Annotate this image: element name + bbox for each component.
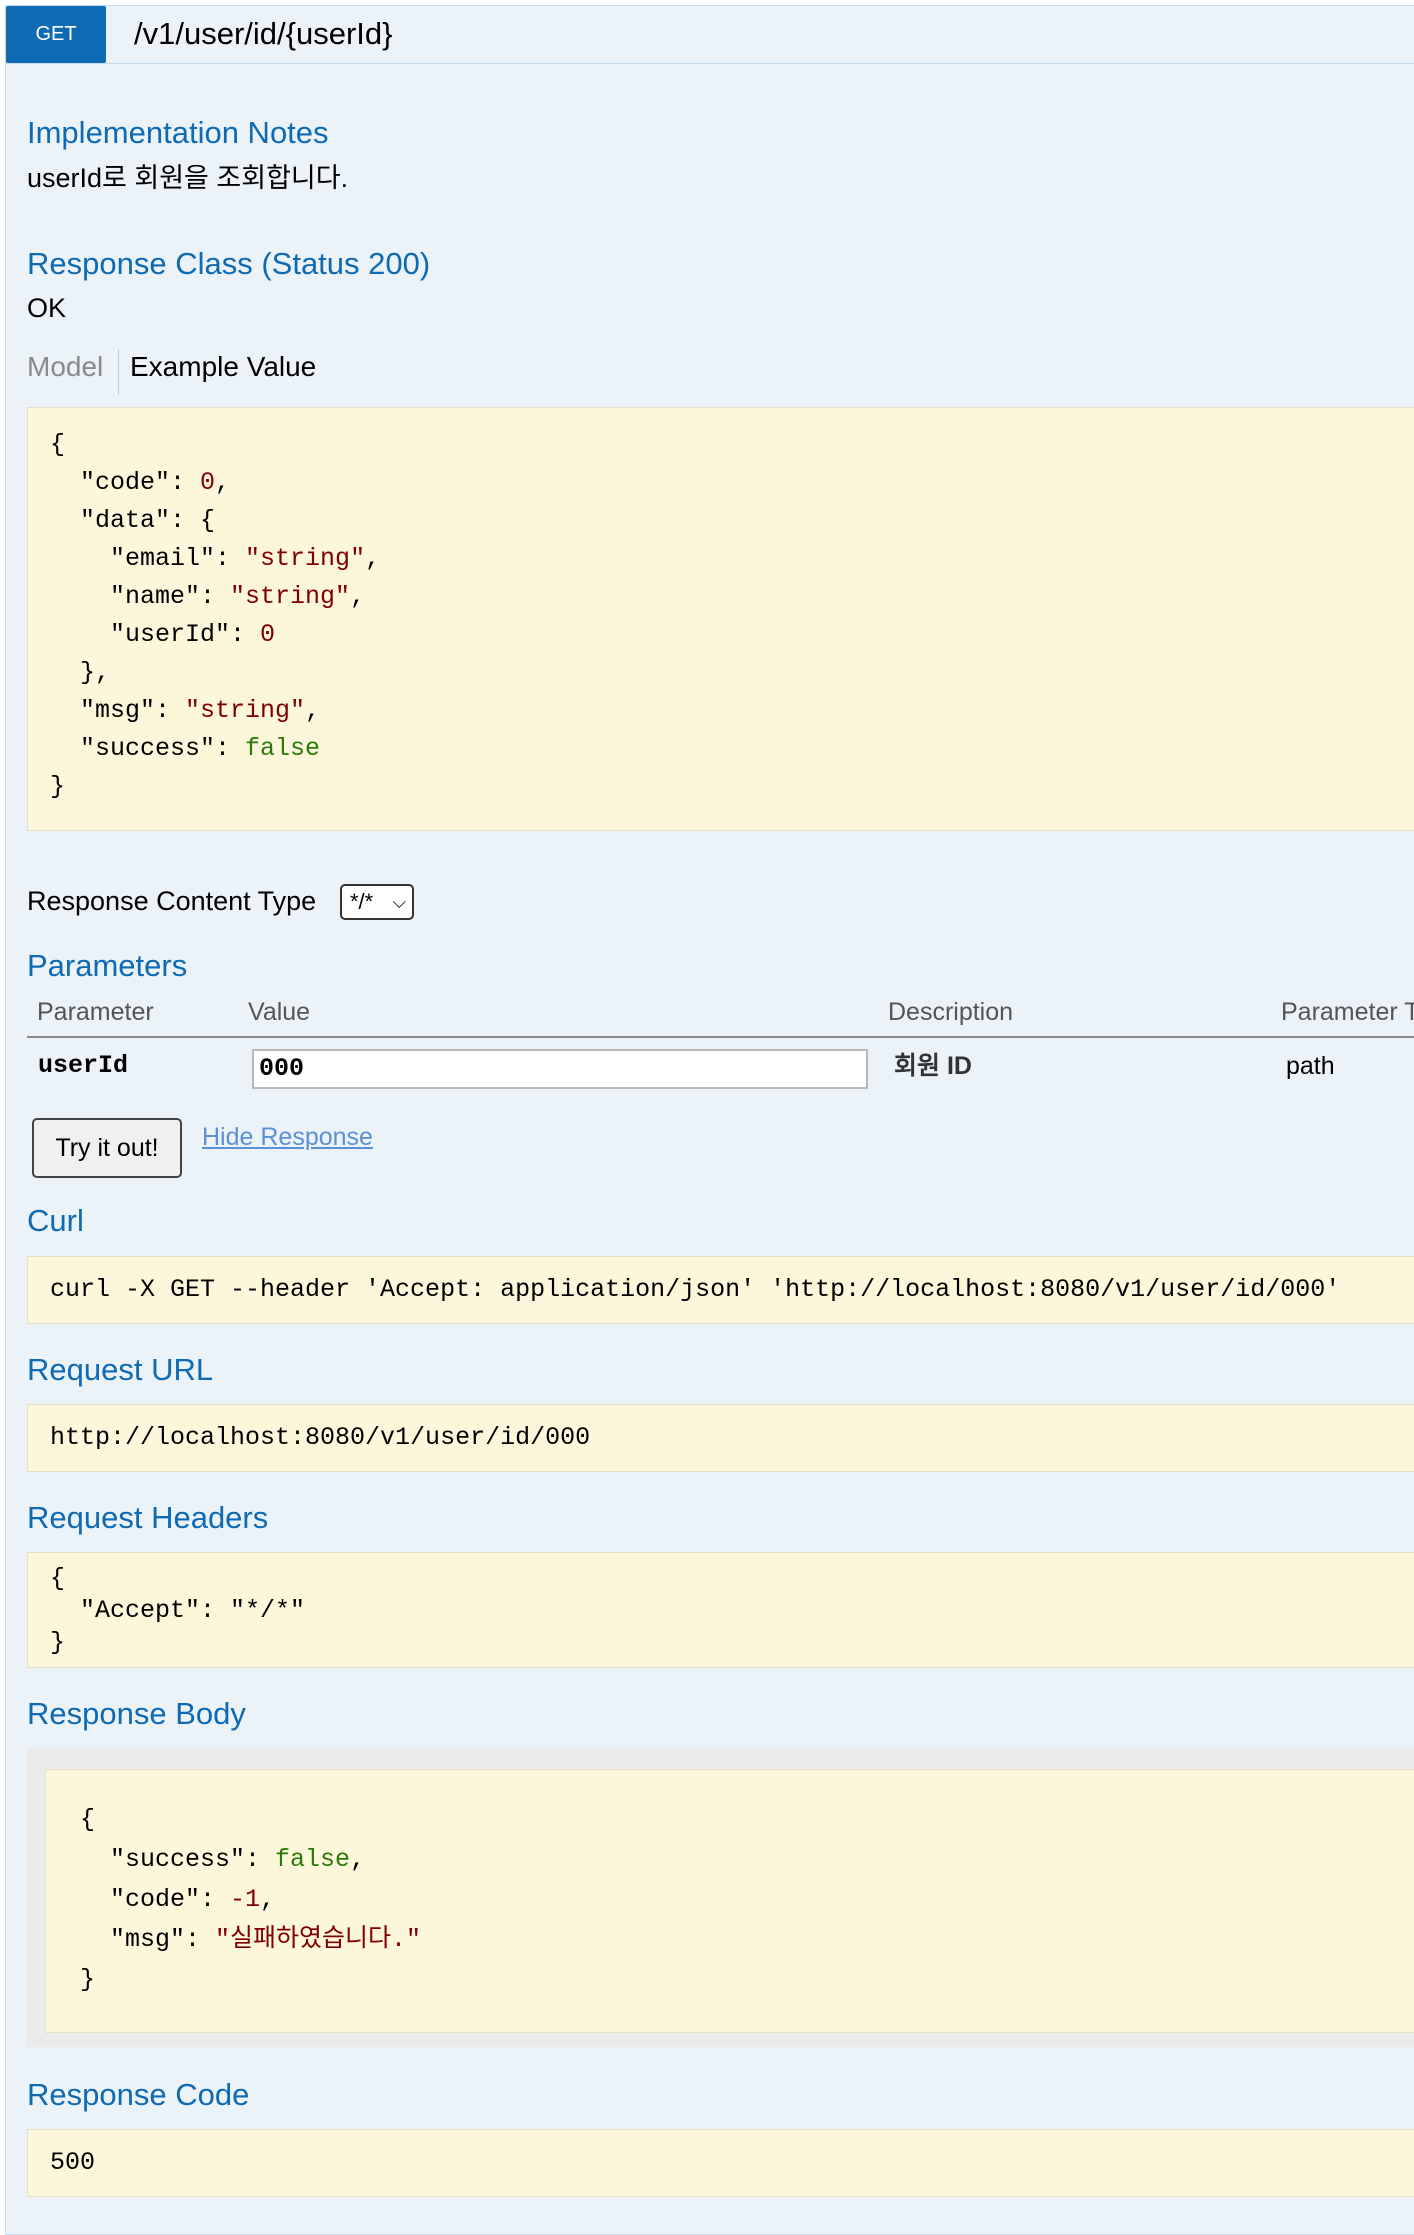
json-line: "email": "string", — [50, 544, 381, 573]
json-line: "userId": 0 — [50, 620, 276, 649]
operation-heading[interactable]: GET /v1/user/id/{userId} — [6, 6, 1414, 64]
request-headers-box[interactable]: { "Accept": "*/*"} — [27, 1552, 1414, 1668]
param-description: 회원 ID — [894, 1052, 972, 1080]
json-line: { — [50, 430, 66, 459]
response-body-box[interactable]: { "success": false, "code": -1, "msg": "… — [45, 1769, 1414, 2033]
tab-example-value[interactable]: Example Value — [130, 349, 316, 385]
response-body-container: { "success": false, "code": -1, "msg": "… — [27, 1747, 1414, 2047]
response-class-status: OK — [27, 293, 67, 323]
json-line: }, — [50, 658, 111, 687]
implementation-notes-heading: Implementation Notes — [27, 115, 329, 150]
curl-heading: Curl — [27, 1203, 84, 1238]
column-description: Description — [888, 998, 1014, 1026]
curl-command: curl -X GET --header 'Accept: applicatio… — [50, 1275, 1341, 1304]
response-body-json: { "success": false, "code": -1, "msg": "… — [80, 1800, 421, 2000]
userid-input[interactable]: 000 — [252, 1049, 868, 1089]
parameters-heading: Parameters — [27, 948, 188, 983]
json-line: "data": { — [50, 506, 216, 535]
chevron-down-icon: ⌵ — [392, 892, 406, 912]
request-headers-json: { "Accept": "*/*"} — [50, 1563, 305, 1659]
curl-box[interactable]: curl -X GET --header 'Accept: applicatio… — [27, 1256, 1414, 1324]
select-value: */* — [350, 889, 374, 914]
json-line: { — [80, 1805, 96, 1834]
json-line: } — [50, 772, 66, 801]
request-url-value: http://localhost:8080/v1/user/id/000 — [50, 1423, 591, 1452]
param-type: path — [1286, 1052, 1335, 1080]
json-line: } — [80, 1965, 96, 1994]
request-url-heading: Request URL — [27, 1352, 214, 1387]
json-line: "code": -1, — [80, 1885, 276, 1914]
json-line: "code": 0, — [50, 468, 231, 497]
json-line: "name": "string", — [50, 582, 366, 611]
response-code-value: 500 — [50, 2148, 96, 2177]
response-content-type-label: Response Content Type — [27, 886, 317, 916]
tab-model[interactable]: Model — [27, 349, 103, 385]
column-parameter: Parameter — [37, 998, 154, 1026]
hide-response-link[interactable]: Hide Response — [202, 1120, 373, 1154]
json-line: { — [50, 1564, 66, 1593]
json-line: "Accept": "*/*" — [50, 1596, 306, 1625]
try-it-out-button[interactable]: Try it out! — [32, 1118, 182, 1178]
response-code-box[interactable]: 500 — [27, 2129, 1414, 2197]
column-parameter-type: Parameter Type — [1281, 998, 1414, 1026]
example-value-box[interactable]: { "code": 0, "data": { "email": "string"… — [27, 407, 1414, 831]
json-line: "msg": "string", — [50, 696, 321, 725]
operation-path[interactable]: /v1/user/id/{userId} — [134, 16, 393, 52]
json-line: "msg": "실패하였습니다." — [80, 1925, 422, 1954]
response-code-heading: Response Code — [27, 2077, 250, 2112]
request-url-box[interactable]: http://localhost:8080/v1/user/id/000 — [27, 1404, 1414, 1472]
request-headers-heading: Request Headers — [27, 1500, 269, 1535]
json-line: "success": false, — [80, 1845, 366, 1874]
tab-divider — [118, 349, 119, 395]
param-name-userid: userId — [38, 1051, 129, 1080]
operation-panel: GET /v1/user/id/{userId} Implementation … — [5, 5, 1414, 2235]
http-method-badge[interactable]: GET — [6, 6, 106, 63]
implementation-notes-text: userId로 회원을 조회합니다. — [27, 163, 349, 193]
json-line: } — [50, 1628, 66, 1657]
json-line: "success": false — [50, 734, 321, 763]
response-content-type-select[interactable]: */* ⌵ — [340, 884, 414, 920]
response-body-heading: Response Body — [27, 1696, 246, 1731]
params-header-divider — [27, 1036, 1414, 1038]
example-json: { "code": 0, "data": { "email": "string"… — [50, 426, 380, 806]
column-value: Value — [248, 998, 311, 1026]
response-class-heading: Response Class (Status 200) — [27, 246, 431, 281]
